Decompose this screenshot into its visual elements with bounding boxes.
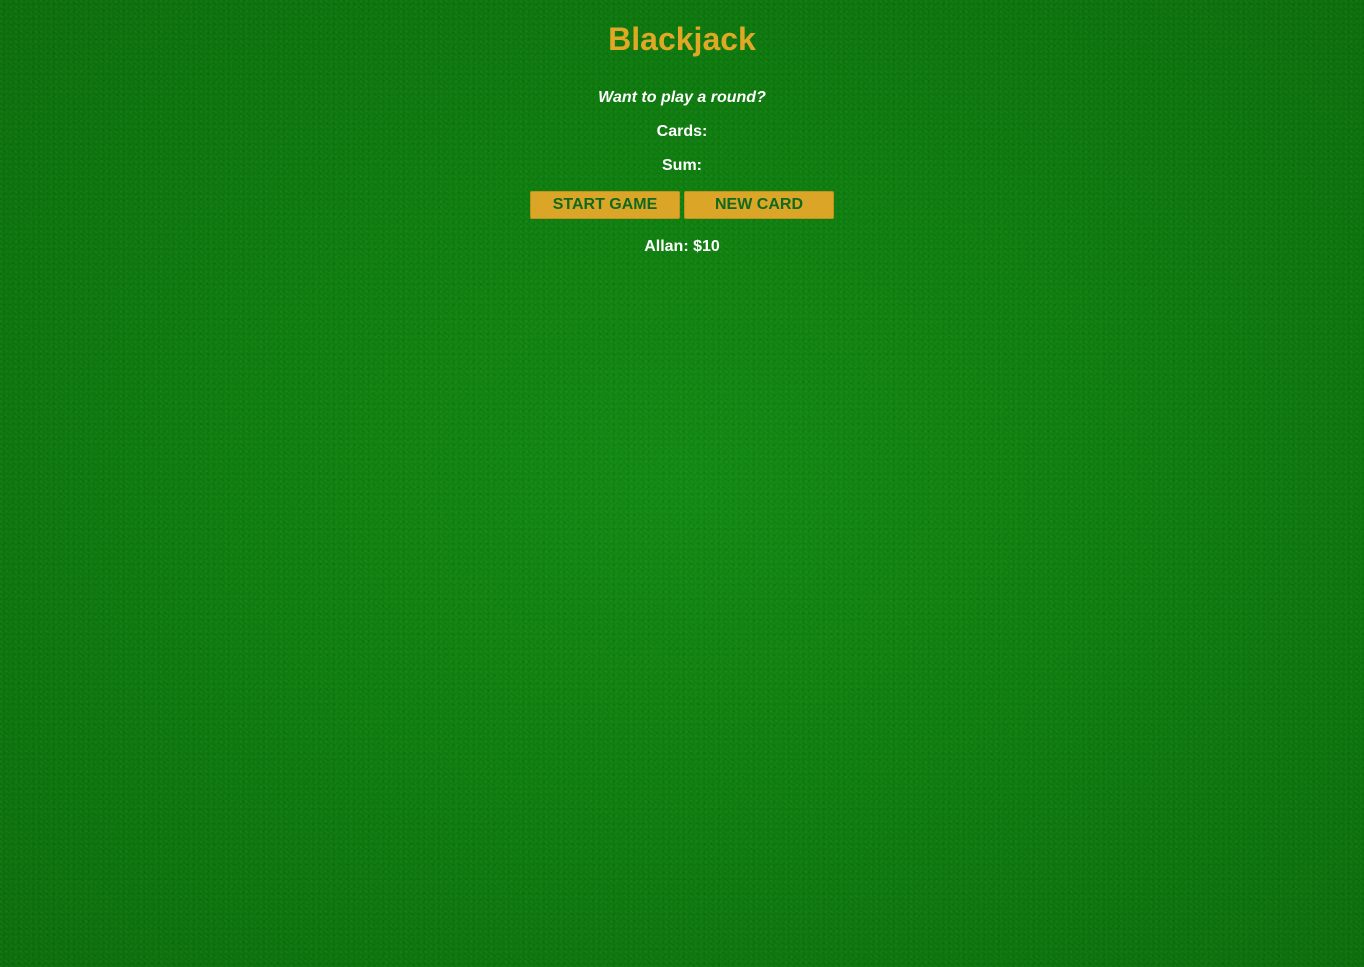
sum-label: Sum: bbox=[662, 157, 702, 174]
message-text: Want to play a round? bbox=[598, 89, 766, 106]
cards-label: Cards: bbox=[656, 123, 708, 140]
game-title: Blackjack bbox=[608, 21, 756, 57]
new-card-button[interactable]: NEW CARD bbox=[684, 191, 834, 219]
start-game-button[interactable]: START GAME bbox=[530, 191, 680, 219]
player-chips: Allan: $10 bbox=[644, 238, 720, 255]
game-container: Blackjack Want to play a round? Cards: S… bbox=[0, 0, 1364, 257]
page: { "title": "Blackjack", "message": "Want… bbox=[0, 0, 1364, 967]
button-row: START GAME NEW CARD bbox=[0, 191, 1364, 219]
